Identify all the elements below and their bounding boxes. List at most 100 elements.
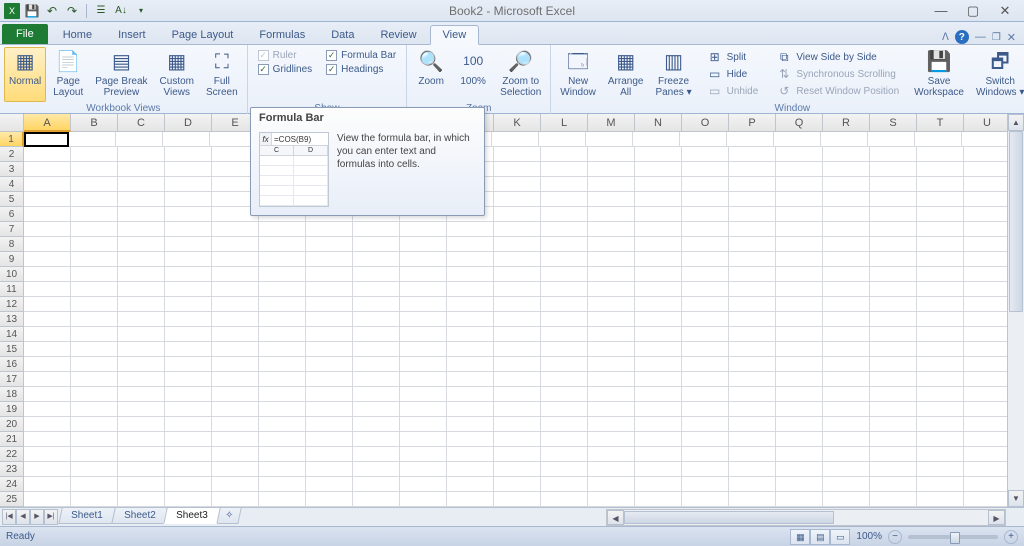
cell-T8[interactable] [917,237,964,252]
cell-S16[interactable] [870,357,917,372]
cell-T17[interactable] [917,372,964,387]
cell-Q11[interactable] [776,282,823,297]
cell-D17[interactable] [165,372,212,387]
cell-T1[interactable] [915,132,962,147]
cell-P10[interactable] [729,267,776,282]
cell-H23[interactable] [353,462,400,477]
row-header-25[interactable]: 25 [0,492,24,507]
cell-O8[interactable] [682,237,729,252]
cell-N8[interactable] [635,237,682,252]
cell-F12[interactable] [259,297,306,312]
cell-J8[interactable] [447,237,494,252]
cell-Q7[interactable] [776,222,823,237]
arrange-all-button[interactable]: ▦Arrange All [603,47,649,102]
cell-F7[interactable] [259,222,306,237]
cell-C12[interactable] [118,297,165,312]
cell-R17[interactable] [823,372,870,387]
cell-O4[interactable] [682,177,729,192]
cell-Q15[interactable] [776,342,823,357]
freeze-panes-button[interactable]: ▥Freeze Panes ▾ [650,47,696,102]
cell-N4[interactable] [635,177,682,192]
cell-D7[interactable] [165,222,212,237]
cell-T25[interactable] [917,492,964,507]
cell-N9[interactable] [635,252,682,267]
cell-Q23[interactable] [776,462,823,477]
cell-H9[interactable] [353,252,400,267]
cell-S4[interactable] [870,177,917,192]
cell-F10[interactable] [259,267,306,282]
cell-C7[interactable] [118,222,165,237]
cell-C9[interactable] [118,252,165,267]
cell-D10[interactable] [165,267,212,282]
cell-P9[interactable] [729,252,776,267]
cell-O22[interactable] [682,447,729,462]
cell-O3[interactable] [682,162,729,177]
zoom-level[interactable]: 100% [856,531,882,542]
cell-E21[interactable] [212,432,259,447]
cell-K10[interactable] [494,267,541,282]
cell-Q6[interactable] [776,207,823,222]
cell-A5[interactable] [24,192,71,207]
cell-G18[interactable] [306,387,353,402]
cell-K21[interactable] [494,432,541,447]
cell-Q2[interactable] [776,147,823,162]
cell-L5[interactable] [541,192,588,207]
row-header-19[interactable]: 19 [0,402,24,417]
cell-G19[interactable] [306,402,353,417]
cell-P11[interactable] [729,282,776,297]
cell-G12[interactable] [306,297,353,312]
file-tab[interactable]: File [2,24,48,44]
cell-Q12[interactable] [776,297,823,312]
cell-K20[interactable] [494,417,541,432]
row-header-11[interactable]: 11 [0,282,24,297]
cell-L22[interactable] [541,447,588,462]
cell-I15[interactable] [400,342,447,357]
row-header-23[interactable]: 23 [0,462,24,477]
cell-L11[interactable] [541,282,588,297]
cell-A2[interactable] [24,147,71,162]
switch-windows-button[interactable]: 🗗Switch Windows ▾ [971,47,1024,102]
cell-Q20[interactable] [776,417,823,432]
cell-L17[interactable] [541,372,588,387]
cell-L18[interactable] [541,387,588,402]
cell-D16[interactable] [165,357,212,372]
cell-O25[interactable] [682,492,729,507]
cell-N23[interactable] [635,462,682,477]
cell-M9[interactable] [588,252,635,267]
cell-O14[interactable] [682,327,729,342]
cell-E16[interactable] [212,357,259,372]
column-header-N[interactable]: N [635,114,682,132]
cell-D23[interactable] [165,462,212,477]
cell-K17[interactable] [494,372,541,387]
cell-O1[interactable] [680,132,727,147]
cell-T14[interactable] [917,327,964,342]
cell-C16[interactable] [118,357,165,372]
cell-B20[interactable] [71,417,118,432]
tab-home[interactable]: Home [50,24,105,44]
cell-G16[interactable] [306,357,353,372]
cell-U8[interactable] [964,237,1011,252]
cell-N10[interactable] [635,267,682,282]
cell-G23[interactable] [306,462,353,477]
cell-P3[interactable] [729,162,776,177]
cell-P20[interactable] [729,417,776,432]
cell-P18[interactable] [729,387,776,402]
first-sheet-button[interactable]: |◀ [2,509,16,525]
sheet-tab-3[interactable]: Sheet3 [164,508,221,524]
cell-M7[interactable] [588,222,635,237]
cell-R25[interactable] [823,492,870,507]
column-header-C[interactable]: C [118,114,165,132]
cell-B3[interactable] [71,162,118,177]
cell-A8[interactable] [24,237,71,252]
cell-L1[interactable] [539,132,586,147]
cell-C6[interactable] [118,207,165,222]
gridlines-checkbox[interactable]: ✓Gridlines [256,63,314,76]
cell-F13[interactable] [259,312,306,327]
cell-R18[interactable] [823,387,870,402]
cell-C11[interactable] [118,282,165,297]
tab-data[interactable]: Data [318,24,367,44]
cell-F14[interactable] [259,327,306,342]
cell-F19[interactable] [259,402,306,417]
cell-F24[interactable] [259,477,306,492]
cell-T21[interactable] [917,432,964,447]
